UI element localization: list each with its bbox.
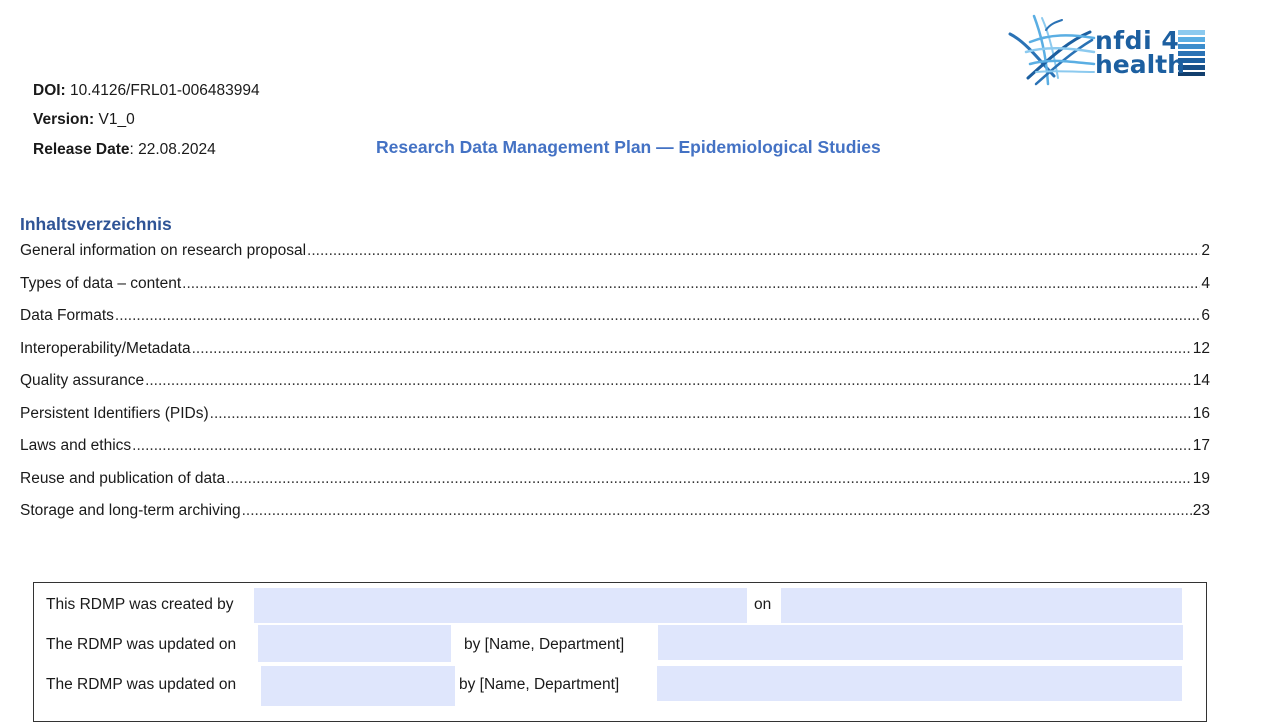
doi-value: 10.4126/FRL01-006483994 xyxy=(70,82,260,99)
logo-text-health: health xyxy=(1095,50,1185,79)
document-title: Research Data Management Plan — Epidemio… xyxy=(376,137,881,157)
version-label: Version: xyxy=(33,111,95,128)
toc-entry-title: Reuse and publication of data xyxy=(20,469,226,487)
toc-dot-leader xyxy=(210,405,1192,423)
toc-entry-page: 6 xyxy=(1201,307,1210,324)
updated-on-label-1: The RDMP was updated on xyxy=(46,636,237,653)
table-of-contents: General information on research proposal… xyxy=(20,242,1210,535)
toc-entry-page: 19 xyxy=(1192,469,1210,487)
toc-entry[interactable]: Interoperability/Metadata 12 xyxy=(20,340,1210,373)
toc-entry-page: 12 xyxy=(1192,339,1210,357)
updated-by-label-2: by [Name, Department] xyxy=(459,676,620,693)
updated-by-label-1: by [Name, Department] xyxy=(464,636,625,653)
updated-on-field-1[interactable] xyxy=(258,625,451,662)
doi-line: DOI: 10.4126/FRL01-006483994 xyxy=(33,82,260,100)
toc-dot-leader xyxy=(242,502,1192,520)
doi-label: DOI: xyxy=(33,82,66,99)
toc-entry-page: 2 xyxy=(1201,242,1210,259)
toc-entry-title: Data Formats xyxy=(20,307,114,324)
toc-entry-page: 16 xyxy=(1192,404,1210,422)
toc-dot-leader xyxy=(182,275,1200,293)
toc-entry-page: 23 xyxy=(1192,502,1210,519)
created-by-label: This RDMP was created by xyxy=(46,596,234,613)
release-date-line: Release Date: 22.08.2024 xyxy=(33,141,216,159)
toc-dot-leader xyxy=(115,307,1200,325)
updated-on-label-2: The RDMP was updated on xyxy=(46,676,237,693)
toc-entry-title: Interoperability/Metadata xyxy=(20,339,191,357)
updated-on-field-2[interactable] xyxy=(261,666,455,706)
toc-entry-page: 14 xyxy=(1192,372,1210,389)
toc-dot-leader xyxy=(307,242,1200,260)
toc-entry[interactable]: Types of data – content 4 xyxy=(20,275,1210,308)
toc-entry[interactable]: Data Formats 6 xyxy=(20,307,1210,340)
nfdi4health-logo: nfdi 4 health xyxy=(1006,12,1206,90)
toc-entry[interactable]: Reuse and publication of data 19 xyxy=(20,470,1210,503)
toc-entry[interactable]: Storage and long-term archiving 23 xyxy=(20,502,1210,535)
toc-entry-page: 17 xyxy=(1192,437,1210,454)
created-on-label: on xyxy=(754,596,772,613)
toc-dot-leader xyxy=(226,470,1192,488)
version-line: Version: V1_0 xyxy=(33,111,135,129)
updated-by-field-2[interactable] xyxy=(657,666,1182,701)
toc-entry-title: Types of data – content xyxy=(20,274,182,292)
toc-entry[interactable]: Laws and ethics 17 xyxy=(20,437,1210,470)
rdmp-history-table: This RDMP was created by on The RDMP was… xyxy=(33,582,1207,722)
created-on-field[interactable] xyxy=(781,588,1182,623)
release-date-value: : 22.08.2024 xyxy=(129,141,216,158)
toc-entry[interactable]: Quality assurance 14 xyxy=(20,372,1210,405)
toc-entry[interactable]: Persistent Identifiers (PIDs) 16 xyxy=(20,405,1210,438)
toc-dot-leader xyxy=(192,340,1192,358)
toc-dot-leader xyxy=(132,437,1192,455)
updated-by-field-1[interactable] xyxy=(658,625,1183,660)
toc-heading: Inhaltsverzeichnis xyxy=(20,214,172,234)
toc-entry-title: Laws and ethics xyxy=(20,437,132,454)
toc-entry-title: Storage and long-term archiving xyxy=(20,502,241,519)
toc-dot-leader xyxy=(145,372,1192,390)
release-date-label: Release Date xyxy=(33,141,130,158)
version-value: V1_0 xyxy=(98,111,135,128)
toc-entry[interactable]: General information on research proposal… xyxy=(20,242,1210,275)
toc-entry-title: Quality assurance xyxy=(20,372,145,389)
toc-entry-title: General information on research proposal xyxy=(20,242,307,259)
created-by-field[interactable] xyxy=(254,588,747,623)
toc-entry-title: Persistent Identifiers (PIDs) xyxy=(20,404,209,422)
toc-entry-page: 4 xyxy=(1201,274,1210,292)
